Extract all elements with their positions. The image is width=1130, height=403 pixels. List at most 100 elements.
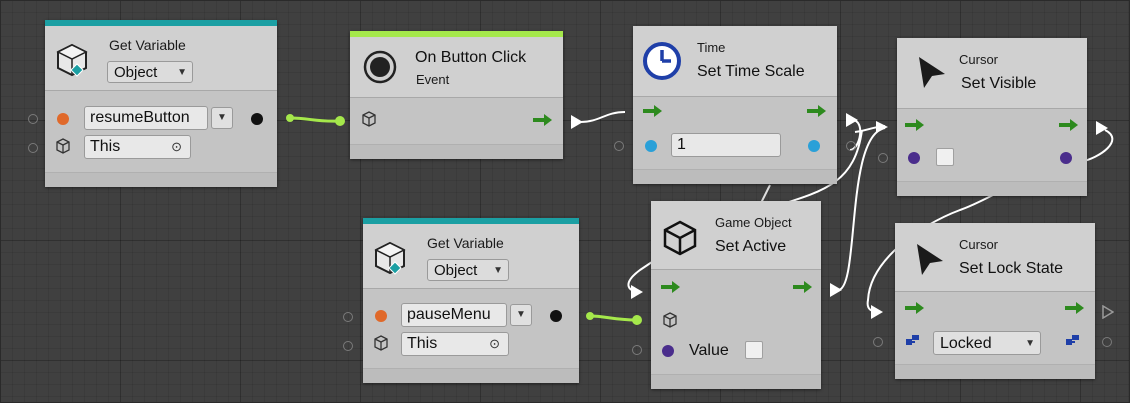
cursor-set-lock-state-node[interactable]: Cursor Set Lock State Locked ▼ [895, 223, 1095, 379]
node-title: Get Variable [427, 235, 504, 251]
object-port[interactable] [57, 113, 69, 125]
node-title: Set Visible [961, 75, 1037, 92]
input-port[interactable] [28, 143, 38, 153]
node-footer [895, 364, 1095, 379]
wire-pause-menu [589, 314, 638, 322]
bool-input-port[interactable] [662, 345, 674, 357]
variable-name-field[interactable]: pauseMenu [401, 303, 507, 327]
cube-icon [663, 312, 677, 328]
set-time-scale-node[interactable]: Time Set Time Scale 1 [633, 26, 837, 184]
kind-value: Object [114, 64, 158, 81]
chevron-down-icon: ▼ [493, 265, 503, 276]
bool-output-port[interactable] [1060, 152, 1072, 164]
kind-dropdown[interactable]: Object ▼ [427, 259, 509, 281]
input-port[interactable] [343, 312, 353, 322]
node-category: Cursor [959, 237, 999, 252]
node-title: Set Active [715, 238, 787, 255]
wire-click-to-timescale [579, 111, 626, 123]
control-output-arrow-icon[interactable] [533, 113, 553, 127]
object-port[interactable] [375, 310, 387, 322]
chevron-down-icon: ▼ [516, 309, 526, 320]
value-output-port[interactable] [550, 310, 562, 322]
node-category: Cursor [959, 52, 999, 67]
enum-port-icon[interactable] [905, 333, 921, 349]
target-value: This [90, 138, 121, 155]
input-port[interactable] [632, 345, 642, 355]
get-variable-node-pause[interactable]: Get Variable Object ▼ pauseMenu ▼ This ⊙ [363, 218, 579, 383]
control-input-arrow-icon[interactable] [905, 118, 925, 132]
target-picker-icon[interactable]: ⊙ [171, 136, 182, 158]
chevron-down-icon: ▼ [217, 112, 227, 123]
wire-setactive-to-lockstate [837, 127, 886, 291]
node-footer [363, 368, 579, 383]
kind-dropdown[interactable]: Object ▼ [107, 61, 193, 83]
output-port[interactable] [1102, 337, 1112, 347]
wire-resume-button [289, 116, 341, 123]
control-input-arrow-icon[interactable] [643, 104, 663, 118]
node-footer [651, 374, 821, 389]
chevron-down-icon: ▼ [1025, 338, 1035, 349]
cursor-arrow-icon [917, 244, 943, 275]
get-variable-node-resume[interactable]: Get Variable Object ▼ resumeButton ▼ This… [45, 20, 277, 187]
variables-cube-icon [374, 241, 406, 275]
node-category: Time [697, 40, 726, 55]
target-object-field[interactable]: This ⊙ [401, 332, 509, 356]
clock-icon [643, 42, 681, 80]
value-label: Value [689, 342, 729, 359]
target-picker-icon[interactable]: ⊙ [489, 333, 500, 355]
node-footer [350, 144, 563, 159]
cursor-arrow-icon [919, 57, 945, 88]
input-port[interactable] [343, 341, 353, 351]
time-scale-field[interactable]: 1 [671, 133, 781, 157]
variable-name-value: pauseMenu [407, 306, 491, 323]
node-subtitle: Event [416, 72, 450, 87]
variables-cube-icon [56, 43, 88, 77]
node-title: Get Variable [109, 37, 186, 53]
control-output-arrow-icon[interactable] [1059, 118, 1079, 132]
target-object-field[interactable]: This ⊙ [84, 135, 191, 159]
control-input-arrow-icon[interactable] [661, 280, 681, 294]
kind-value: Object [434, 262, 478, 279]
float-output-port[interactable] [808, 140, 820, 152]
set-active-node[interactable]: Game Object Set Active Value [651, 201, 821, 389]
cube-icon [663, 220, 697, 256]
cube-icon [374, 335, 388, 351]
variable-name-field[interactable]: resumeButton [84, 106, 208, 130]
control-output-arrow-icon[interactable] [1102, 305, 1114, 319]
chevron-down-icon: ▼ [177, 67, 187, 78]
node-title: On Button Click [415, 49, 527, 66]
bool-input-port[interactable] [908, 152, 920, 164]
node-category: Game Object [715, 215, 792, 230]
lock-state-value: Locked [940, 335, 992, 352]
cube-icon [362, 111, 376, 127]
input-port[interactable] [28, 114, 38, 124]
input-port[interactable] [878, 153, 888, 163]
event-dot-icon [363, 50, 397, 84]
on-button-click-node[interactable]: On Button Click Event [350, 31, 563, 159]
target-value: This [407, 335, 438, 352]
output-port[interactable] [846, 141, 856, 151]
lock-state-dropdown[interactable]: Locked ▼ [933, 331, 1041, 355]
name-dropdown-button[interactable]: ▼ [510, 304, 532, 326]
control-output-arrow-icon[interactable] [1065, 301, 1085, 315]
node-title: Set Lock State [959, 260, 1064, 277]
control-input-arrow-icon[interactable] [905, 301, 925, 315]
time-scale-value: 1 [677, 136, 686, 153]
input-port[interactable] [614, 141, 624, 151]
variable-name-value: resumeButton [90, 109, 190, 126]
node-footer [633, 169, 837, 184]
visible-checkbox[interactable] [936, 148, 954, 166]
enum-port-icon[interactable] [1065, 333, 1081, 349]
control-output-arrow-icon[interactable] [793, 280, 813, 294]
value-checkbox[interactable] [745, 341, 763, 359]
cursor-set-visible-node[interactable]: Cursor Set Visible [897, 38, 1087, 196]
cube-icon [56, 138, 70, 154]
node-title: Set Time Scale [697, 63, 805, 80]
input-port[interactable] [873, 337, 883, 347]
name-dropdown-button[interactable]: ▼ [211, 107, 233, 129]
node-footer [45, 172, 277, 187]
value-output-port[interactable] [251, 113, 263, 125]
node-footer [897, 181, 1087, 196]
float-input-port[interactable] [645, 140, 657, 152]
control-output-arrow-icon[interactable] [807, 104, 827, 118]
